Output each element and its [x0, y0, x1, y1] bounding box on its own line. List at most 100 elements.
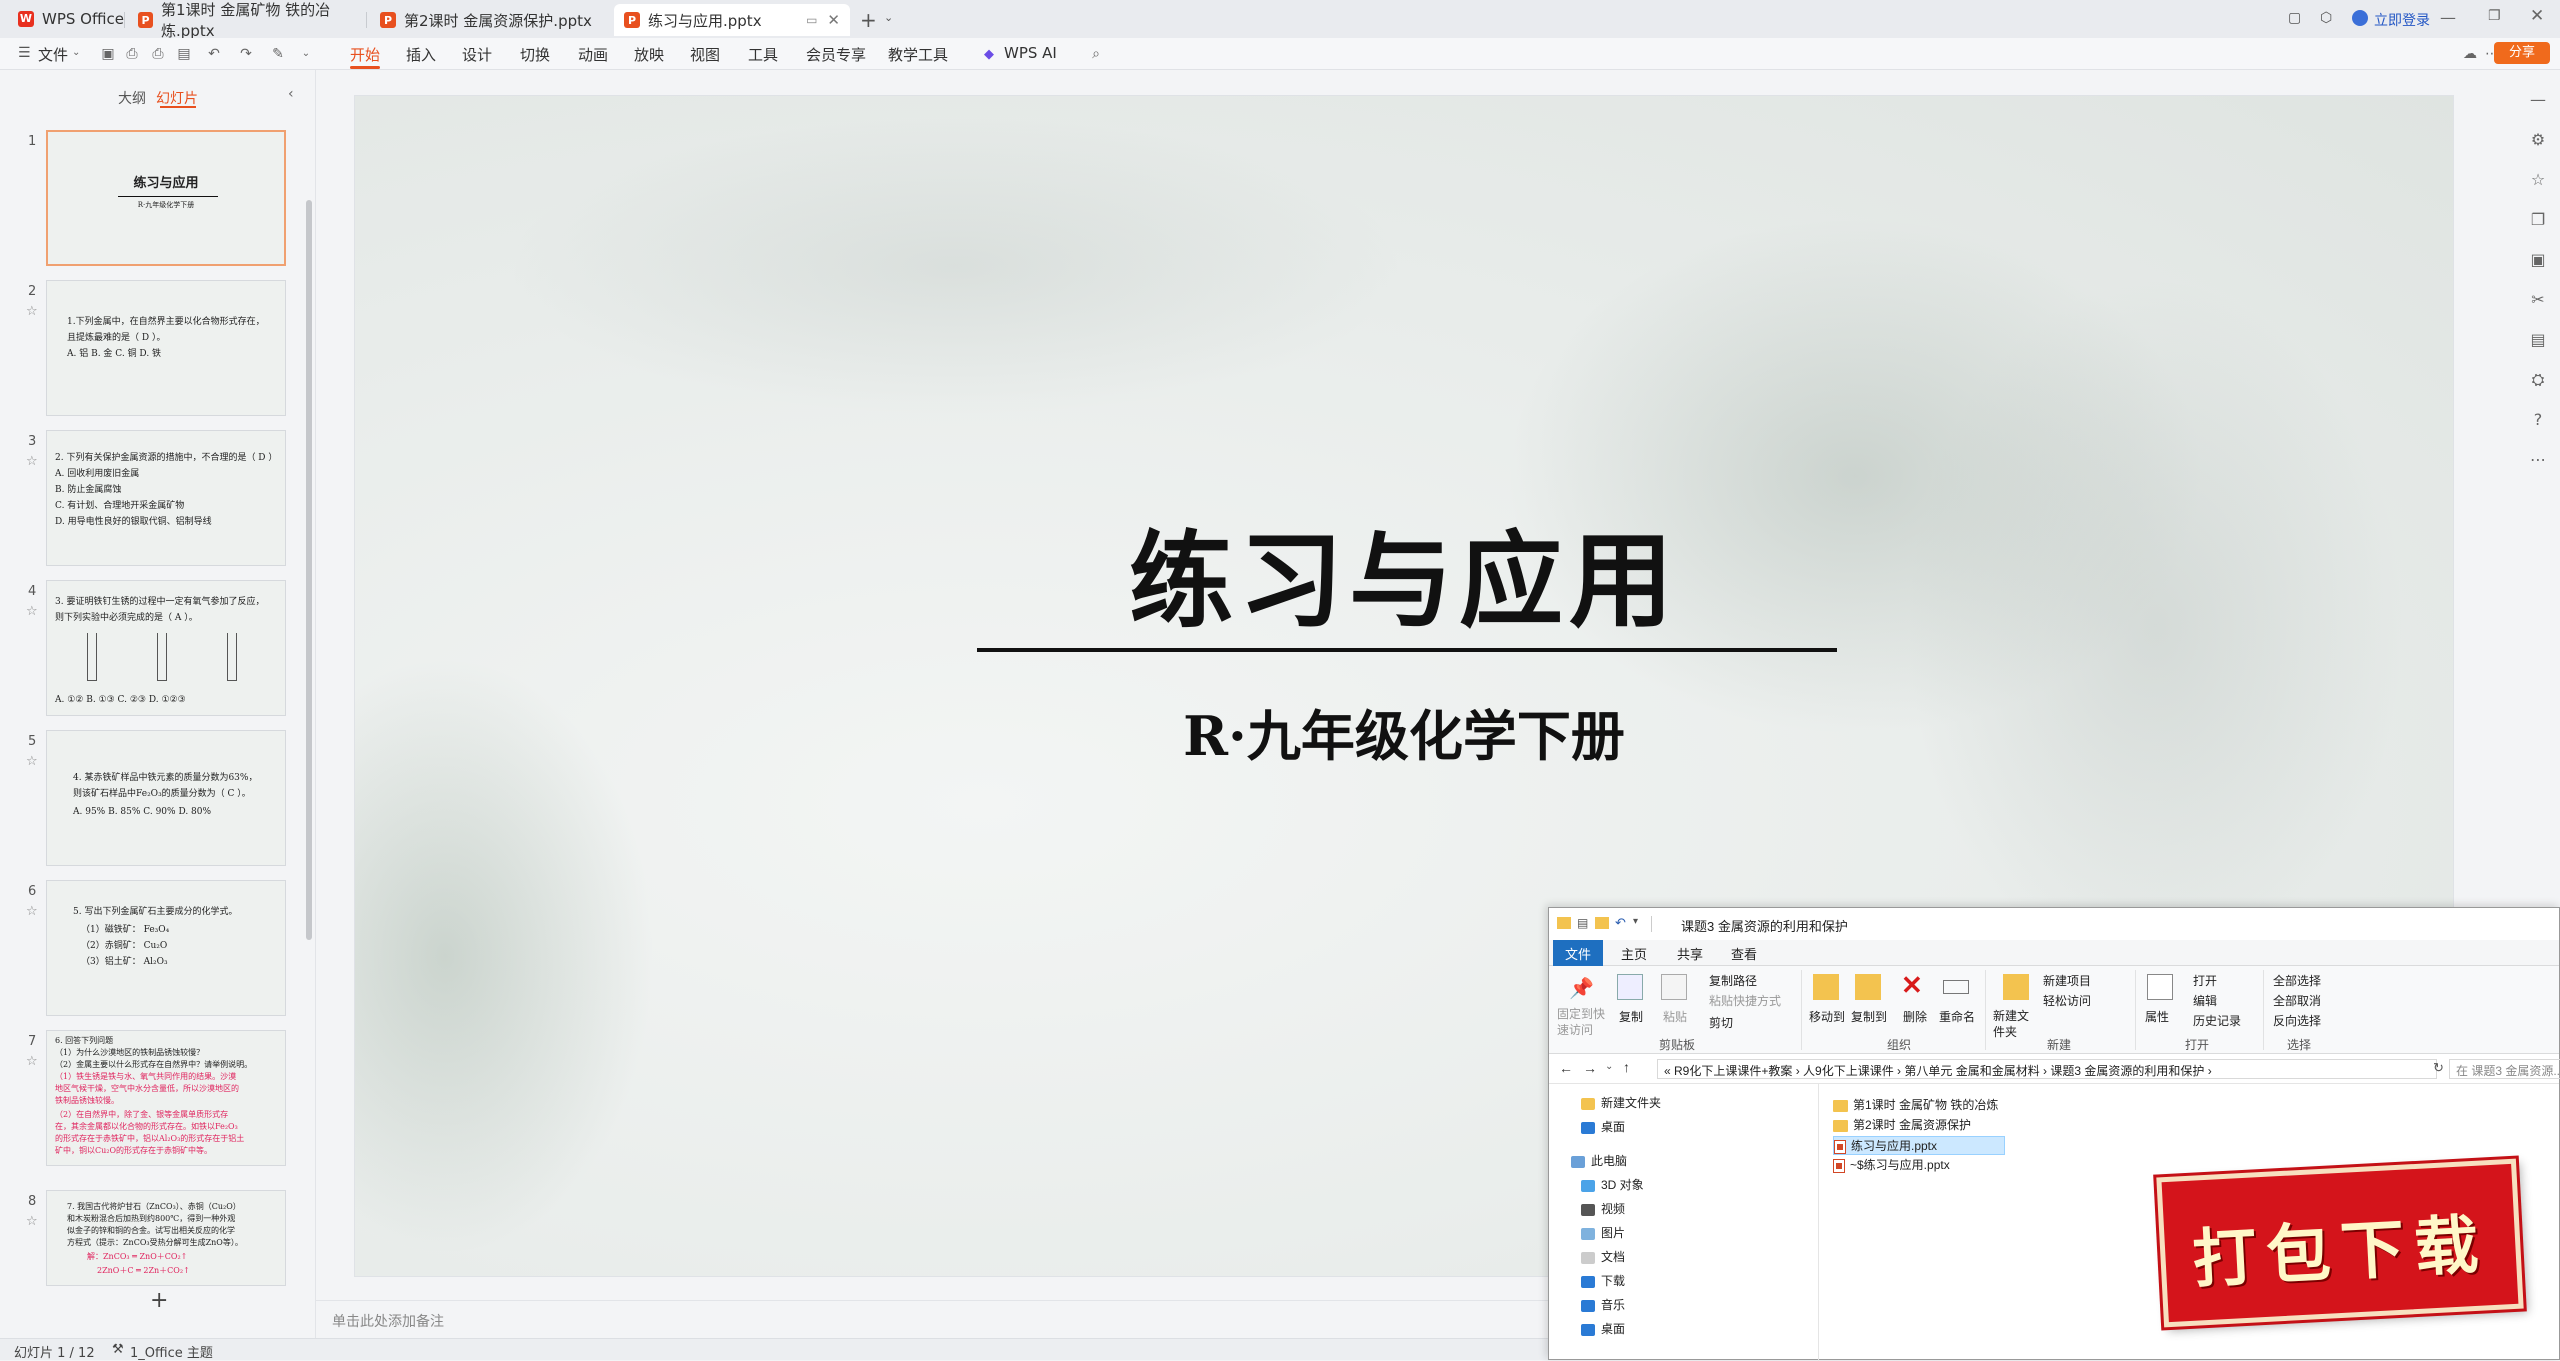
nav-item[interactable]: 音乐 [1581, 1296, 1625, 1313]
tools-icon[interactable]: ✂ [2528, 290, 2548, 310]
star-icon[interactable]: ☆ [26, 754, 38, 769]
folder-quick-icon[interactable] [1595, 917, 1609, 929]
tab-doc-2[interactable]: P 第2课时 金属资源保护.pptx [370, 4, 610, 36]
copy-button[interactable]: 复制 [1619, 1008, 1643, 1025]
redo-icon[interactable]: ↷ [238, 46, 254, 62]
download-banner[interactable]: 打包下载 [2156, 1158, 2524, 1328]
tab-share[interactable]: 共享 [1665, 940, 1715, 966]
nav-item[interactable]: 新建文件夹 [1581, 1094, 1661, 1111]
tab-teaching-tools[interactable]: 教学工具 [888, 44, 948, 65]
book-icon[interactable]: ▤ [2528, 330, 2548, 350]
user-avatar-icon[interactable] [2352, 10, 2368, 26]
thumbnail-scrollbar[interactable] [306, 200, 312, 940]
open-button[interactable]: 打开 [2193, 972, 2217, 989]
up-arrow-icon[interactable]: ↑ [1623, 1059, 1630, 1075]
nav-item[interactable]: 3D 对象 [1581, 1176, 1644, 1193]
explorer-search-input[interactable]: 在 课题3 金属资源... [2449, 1059, 2560, 1079]
nav-item[interactable]: 桌面 [1581, 1320, 1625, 1337]
tab-animation[interactable]: 动画 [578, 44, 608, 65]
chevron-down-icon[interactable]: ⌄ [298, 46, 314, 62]
refresh-icon[interactable]: ↻ [2433, 1060, 2444, 1076]
tab-doc-3-active[interactable]: P 练习与应用.pptx ▭ ✕ [614, 4, 850, 36]
slide-thumbnail-5[interactable]: 4. 某赤铁矿样品中铁元素的质量分数为63%， 则该矿石样品中Fe₂O₃的质量分… [46, 730, 286, 866]
new-tab-icon[interactable]: + [860, 8, 877, 32]
properties-quick-icon[interactable]: ▤ [1577, 916, 1588, 930]
slide-thumbnail-3[interactable]: 2. 下列有关保护金属资源的措施中，不合理的是（ D ） A. 回收利用废旧金属… [46, 430, 286, 566]
slide-title[interactable]: 练习与应用 [355, 496, 2453, 647]
close-tab-icon[interactable]: ✕ [827, 11, 840, 29]
slide-subtitle[interactable]: R·九年级化学下册 [355, 692, 2453, 771]
star-icon[interactable]: ☆ [26, 604, 38, 619]
slide-thumbnail-1[interactable]: 练习与应用 R·九年级化学下册 [46, 130, 286, 266]
more-icon[interactable]: ⋯ [2528, 450, 2548, 470]
chevron-down-icon[interactable]: ⌄ [884, 11, 893, 24]
slide-thumbnail-2[interactable]: 1.下列金属中，在自然界主要以化合物形式存在， 且提炼最难的是（ D ）。 A.… [46, 280, 286, 416]
cloud-sync-icon[interactable]: ☁ [2462, 46, 2478, 62]
theme-name[interactable]: 1_Office 主题 [130, 1342, 213, 1361]
star-icon[interactable]: ☆ [2528, 170, 2548, 190]
search-icon[interactable]: ⌕ [1088, 46, 1104, 62]
invert-selection-button[interactable]: 反向选择 [2273, 1012, 2321, 1029]
new-folder-button[interactable]: 新建文件夹 [1993, 1008, 2033, 1040]
easy-access-button[interactable]: 轻松访问 [2043, 992, 2091, 1009]
save-icon[interactable]: ▣ [100, 46, 116, 62]
slide-thumbnail-7[interactable]: 6. 回答下列问题 （1）为什么沙漠地区的铁制品锈蚀较慢？ （2）金属主要以什么… [46, 1030, 286, 1166]
nav-item[interactable]: 此电脑 [1571, 1152, 1627, 1169]
export-pdf-icon[interactable]: ⎙ [124, 46, 140, 62]
app-name[interactable]: WPS Office [42, 10, 124, 28]
address-path[interactable]: « R9化下上课课件+教案 › 人9化下上课课件 › 第八单元 金属和金属材料 … [1657, 1059, 2437, 1079]
image-icon[interactable]: ▣ [2528, 250, 2548, 270]
undo-icon[interactable]: ↶ [206, 46, 222, 62]
cube-icon[interactable]: ⬡ [2320, 10, 2332, 26]
star-icon[interactable]: ☆ [26, 1214, 38, 1229]
tab-doc-1[interactable]: P 第1课时 金属矿物 铁的冶炼.pptx [128, 1, 380, 40]
nav-item[interactable]: 文档 [1581, 1248, 1625, 1265]
tab-transitions[interactable]: 切换 [520, 44, 550, 65]
format-painter-icon[interactable]: ✎ [270, 46, 286, 62]
tab-tools[interactable]: 工具 [748, 44, 778, 65]
select-all-button[interactable]: 全部选择 [2273, 972, 2321, 989]
cut-button[interactable]: 剪切 [1709, 1014, 1733, 1031]
back-arrow-icon[interactable]: ← [1559, 1060, 1573, 1076]
nav-item[interactable]: 下载 [1581, 1272, 1625, 1289]
copy-icon[interactable]: ❐ [2528, 210, 2548, 230]
undo-icon[interactable]: ↶ [1615, 915, 1626, 931]
delete-button[interactable]: 删除 [1903, 1008, 1927, 1025]
tab-window-icon[interactable]: ▭ [806, 13, 817, 27]
wps-logo-icon[interactable]: W [18, 11, 34, 27]
star-icon[interactable]: ☆ [26, 304, 38, 319]
collapse-panel-icon[interactable]: ‹ [288, 86, 294, 102]
nav-item[interactable]: 桌面 [1581, 1118, 1625, 1135]
help-icon[interactable]: ? [2528, 410, 2548, 430]
paste-button[interactable]: 粘贴 [1663, 1008, 1687, 1025]
slide-thumbnail-6[interactable]: 5. 写出下列金属矿石主要成分的化学式。 （1）磁铁矿： Fe₃O₄ （2）赤铜… [46, 880, 286, 1016]
tab-slides[interactable]: 幻灯片 [156, 88, 198, 108]
properties-button[interactable]: 属性 [2145, 1008, 2169, 1025]
tab-view[interactable]: 视图 [690, 44, 720, 65]
share-button[interactable]: 分享 [2494, 42, 2550, 64]
file-item-folder[interactable]: 第1课时 金属矿物 铁的冶炼 [1833, 1096, 2004, 1115]
forward-arrow-icon[interactable]: → [1583, 1060, 1597, 1076]
hamburger-icon[interactable]: ☰ [18, 45, 31, 61]
chevron-down-icon[interactable]: ▾ [1633, 916, 1638, 927]
nav-item[interactable]: 图片 [1581, 1224, 1625, 1241]
star-icon[interactable]: ☆ [26, 904, 38, 919]
slide-thumbnail-4[interactable]: 3. 要证明铁钉生锈的过程中一定有氧气参加了反应， 则下列实验中必须完成的是（ … [46, 580, 286, 716]
paste-shortcut-button[interactable]: 粘贴快捷方式 [1709, 992, 1781, 1009]
restore-icon[interactable]: ❐ [2488, 8, 2501, 24]
copy-path-button[interactable]: 复制路径 [1709, 972, 1757, 989]
chevron-down-icon[interactable]: ⌄ [1605, 1061, 1613, 1072]
file-item[interactable]: ~$练习与应用.pptx [1833, 1156, 1956, 1175]
tab-slideshow[interactable]: 放映 [634, 44, 664, 65]
select-none-button[interactable]: 全部取消 [2273, 992, 2321, 1009]
rename-button[interactable]: 重命名 [1939, 1008, 1975, 1025]
move-to-button[interactable]: 移动到 [1809, 1008, 1845, 1025]
history-button[interactable]: 历史记录 [2193, 1012, 2241, 1029]
close-window-icon[interactable]: ✕ [2530, 6, 2544, 26]
copy-to-button[interactable]: 复制到 [1851, 1008, 1887, 1025]
minus-icon[interactable]: — [2528, 90, 2548, 110]
menu-file[interactable]: 文件 [38, 44, 68, 65]
add-slide-button[interactable]: + [150, 1288, 168, 1313]
tab-insert[interactable]: 插入 [406, 44, 436, 65]
file-item-selected[interactable]: 练习与应用.pptx [1833, 1136, 2005, 1155]
